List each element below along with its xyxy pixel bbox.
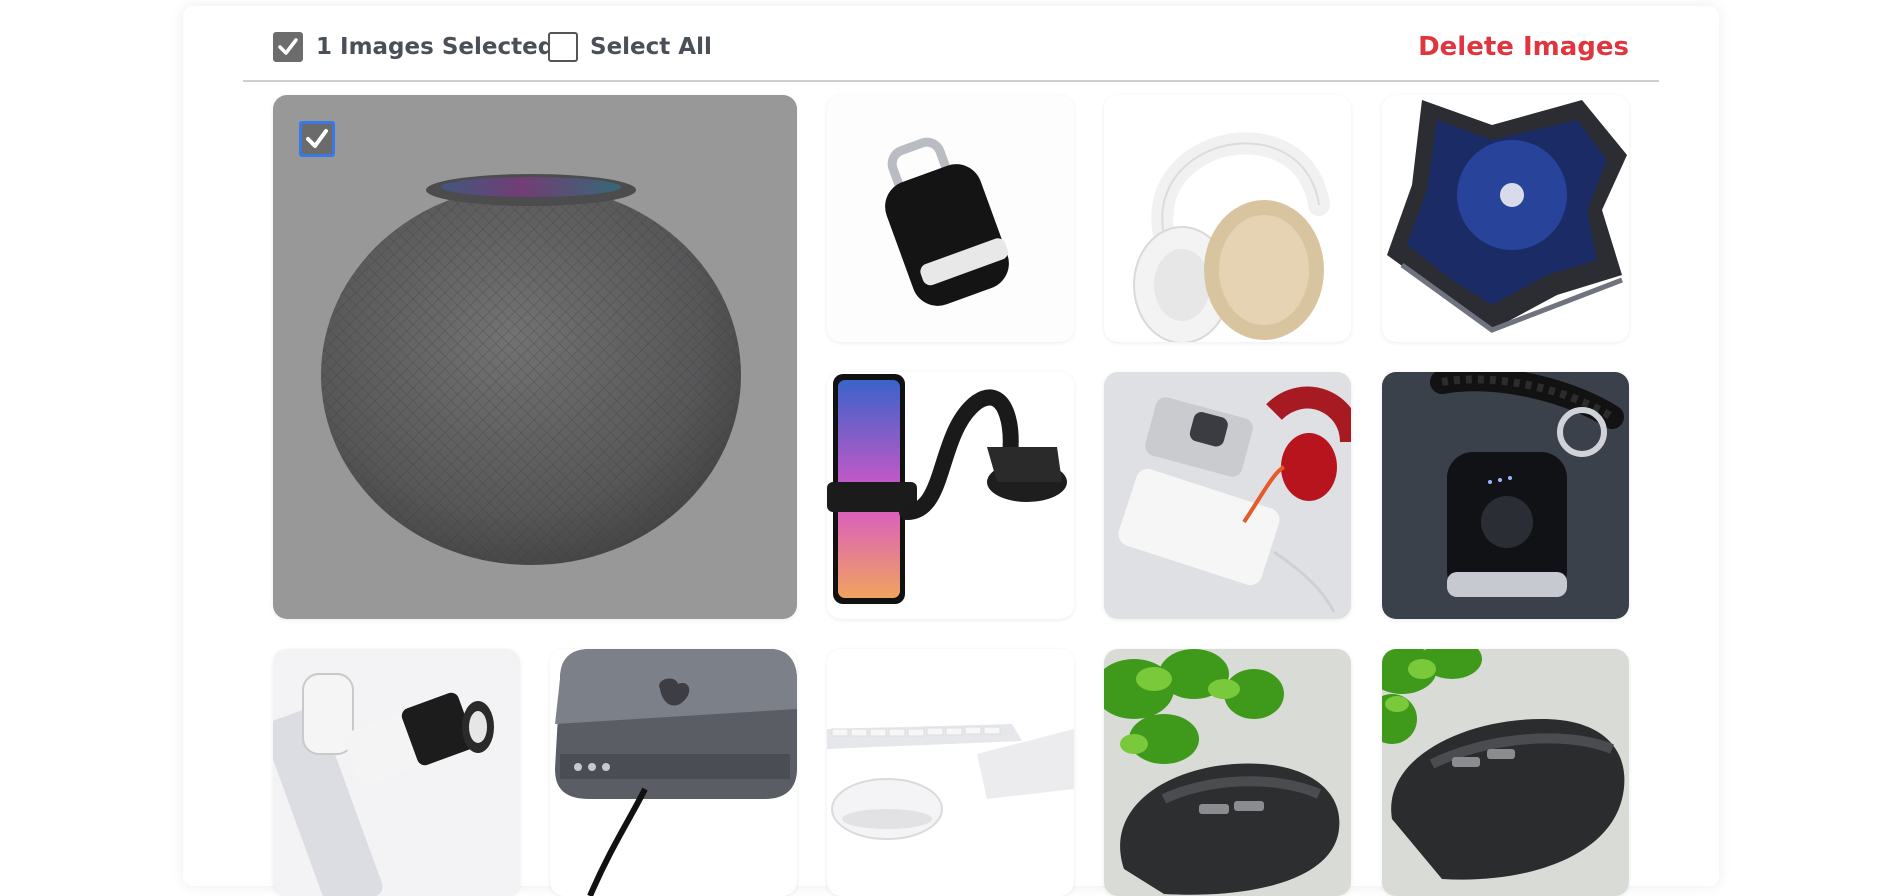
keychain-power-bank-image xyxy=(1430,372,1624,597)
gallery-image-keychain-power-bank[interactable] xyxy=(1382,372,1629,619)
car-phone-mount-image xyxy=(827,374,1067,604)
selected-count-label: 1 Images Selected xyxy=(316,34,555,60)
smart-speaker-image xyxy=(321,174,741,565)
gallery-image-mac-mini-dock[interactable] xyxy=(550,649,797,896)
keychain-charger-image xyxy=(885,137,1009,306)
wireless-mouse-image xyxy=(1382,649,1625,880)
select-all-checkbox[interactable] xyxy=(548,32,578,62)
gallery-image-keyboard-mouse-trackpad[interactable] xyxy=(827,649,1074,896)
delete-images-button[interactable]: Delete Images xyxy=(1418,32,1629,62)
gallery-header: 1 Images Selected Select All Delete Imag… xyxy=(243,20,1659,82)
gallery-image-wireless-mouse-1[interactable] xyxy=(1104,649,1351,896)
power-bank-with-headphones-image xyxy=(1118,386,1351,613)
phone-telephoto-lens-image xyxy=(273,673,494,896)
headphones-image xyxy=(1133,132,1330,342)
gallery-image-phone-telephoto-lens[interactable] xyxy=(273,649,520,896)
mac-mini-dock-image xyxy=(555,649,797,896)
gallery-image-smart-speaker[interactable] xyxy=(273,95,797,619)
gallery-image-car-phone-mount[interactable] xyxy=(827,372,1074,619)
gallery-image-power-bank-with-headphones[interactable] xyxy=(1104,372,1351,619)
keyboard-mouse-trackpad-image xyxy=(827,724,1074,840)
gallery-image-wireless-mouse-2[interactable] xyxy=(1382,649,1629,896)
gallery-image-headphones[interactable] xyxy=(1104,95,1351,342)
check-icon xyxy=(306,129,328,148)
gallery-image-laptop-cooling-pad[interactable] xyxy=(1382,95,1629,342)
select-all-label[interactable]: Select All xyxy=(590,34,712,60)
wireless-mouse-image xyxy=(1104,649,1340,895)
gallery-image-keychain-charger[interactable] xyxy=(827,95,1074,342)
smart-speaker-checkbox[interactable] xyxy=(299,121,335,157)
selected-count-checkbox[interactable] xyxy=(273,32,303,62)
check-icon xyxy=(278,38,298,55)
laptop-cooling-pad-image xyxy=(1387,100,1627,333)
